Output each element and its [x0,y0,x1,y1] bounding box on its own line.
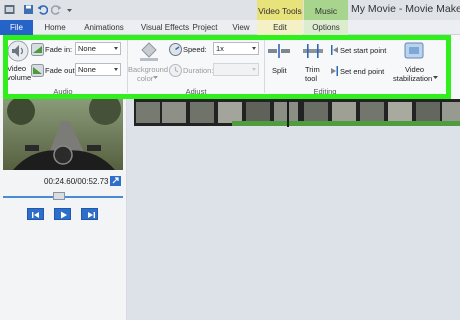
tab-options[interactable]: Options [304,20,348,35]
clip-thumbnail [360,102,384,123]
trim-tool-label-line2: tool [305,74,318,83]
video-stabilization-label-line1: Video [405,65,425,74]
split-icon[interactable] [267,43,291,59]
duration-icon [169,64,182,77]
set-start-point-icon [331,45,338,55]
redo-icon[interactable] [51,4,62,15]
ribbon-separator [264,40,265,93]
chevron-down-icon [114,47,118,50]
speed-icon [169,43,182,56]
timeline-playhead[interactable] [287,99,289,127]
clip-thumbnail [274,102,298,123]
video-volume-icon[interactable] [7,40,29,62]
fade-in-value: None [78,44,96,53]
fade-in-dropdown[interactable]: None [75,42,121,55]
duration-field[interactable] [213,63,259,76]
video-stabilization-icon[interactable] [403,40,425,62]
fade-out-icon [31,64,44,77]
set-end-point-button[interactable]: Set end point [340,67,384,76]
video-stabilization-label-line2: stabilization [393,74,433,83]
ribbon-tabs: File Home Animations Visual Effects Proj… [0,20,460,35]
fade-in-label: Fade in: [45,45,73,54]
window-title: My Movie - Movie Maker [351,3,460,15]
fade-out-dropdown[interactable]: None [75,63,121,76]
tab-project[interactable]: Project [190,20,220,35]
storyboard-pane[interactable] [127,99,460,320]
adjust-group-label: Adjust [185,87,207,96]
video-preview-frame-image [3,99,123,170]
duration-label: Duration: [183,66,214,75]
fade-in-icon [31,43,44,56]
clip-thumbnail [388,102,412,123]
split-label: Split [272,66,287,75]
video-tools-tab-band: Edit [257,20,303,35]
editing-group-label: Editing [313,87,337,96]
title-bar: Video Tools Music Tools My Movie - Movie… [0,0,460,38]
customize-toolbar-icon[interactable] [64,4,75,15]
clip-thumbnail [136,102,160,123]
chevron-down-icon [433,76,438,79]
tab-visual-effects[interactable]: Visual Effects [134,20,196,35]
background-color-icon[interactable] [137,40,161,62]
audio-track[interactable] [232,121,460,126]
tab-animations[interactable]: Animations [76,20,132,35]
video-volume-label-line2: volume [7,73,32,82]
chevron-down-icon [252,47,256,50]
background-color-label-line2: color [137,74,154,83]
chevron-down-icon [114,68,118,71]
next-frame-button[interactable] [81,208,98,220]
speed-dropdown[interactable]: 1x [213,42,259,55]
trim-tool-label-line1: Trim [305,65,320,74]
next-frame-icon [88,212,95,218]
video-tools-context-tab: Video Tools [257,0,303,20]
clip-thumbnail [332,102,356,123]
clip-thumbnail [304,102,328,123]
clip-thumbnail [442,102,460,123]
previous-frame-icon [32,212,39,218]
clip-thumbnail [218,102,242,123]
previous-frame-button[interactable] [27,208,44,220]
video-volume-label-line1: Video [7,64,27,73]
clip-thumbnail [246,102,270,123]
play-button[interactable] [54,208,71,220]
set-start-point-button[interactable]: Set start point [340,46,386,55]
audio-group-label: Audio [53,87,73,96]
chevron-down-icon [153,76,158,79]
tab-home[interactable]: Home [40,20,70,35]
video-preview[interactable] [3,99,123,170]
set-end-point-icon [331,66,338,76]
speed-value: 1x [216,44,224,53]
save-icon[interactable] [23,4,34,15]
clip-thumbnail [162,102,186,123]
playback-time: 00:24.60/00:52.73 [44,177,109,186]
trim-tool-icon[interactable] [302,42,324,60]
chevron-down-icon [252,68,256,71]
clip-thumbnail [416,102,440,123]
speed-label: Speed: [183,45,207,54]
tab-view[interactable]: View [229,20,253,35]
play-icon [61,211,67,219]
seek-bar-handle[interactable] [53,192,66,200]
expand-icon [112,177,119,184]
fade-out-label: Fade out: [45,66,77,75]
tab-file[interactable]: File [0,20,33,35]
undo-icon[interactable] [37,4,48,15]
tab-edit[interactable]: Edit [257,20,303,35]
fade-out-value: None [78,65,96,74]
fullscreen-preview-button[interactable] [110,176,121,186]
music-tools-tab-band: Options [304,20,348,35]
background-color-label-line1: Background [128,65,169,74]
music-tools-context-tab: Music Tools [304,0,348,38]
clip-thumbnail [190,102,214,123]
movie-maker-app-icon [4,5,15,14]
